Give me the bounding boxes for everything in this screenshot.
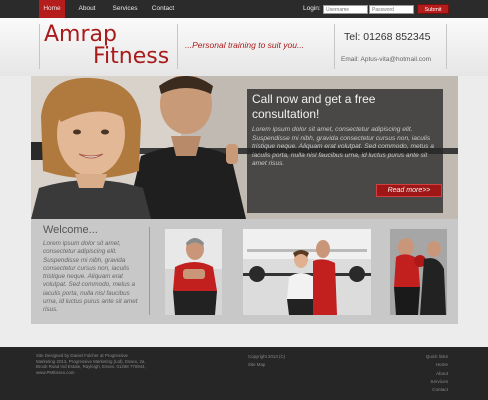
footer-middle: Copyright 2013 (C) Site Map	[248, 353, 328, 368]
trainer-photo[interactable]	[165, 229, 222, 315]
login-label: Login:	[303, 5, 321, 12]
quick-links-heading: Quick links	[425, 354, 448, 359]
callout-title: Call now and get a free consultation!	[252, 92, 376, 121]
nav-about[interactable]: About	[72, 0, 102, 18]
copyright-text: Copyright 2013 (C)	[248, 354, 286, 359]
gym-class-photo[interactable]	[243, 229, 371, 315]
footer-link-services[interactable]: Services	[388, 378, 448, 386]
username-input[interactable]	[323, 5, 368, 14]
nav-home[interactable]: Home	[39, 0, 65, 18]
footer-link-about[interactable]: About	[388, 370, 448, 378]
panel-divider	[149, 227, 150, 315]
welcome-panel: Welcome... Lorem ipsum dolor sit amet, c…	[31, 219, 458, 324]
password-input[interactable]	[369, 5, 414, 14]
phone-number: Tel: 01268 852345	[344, 31, 431, 43]
callout-body: Lorem ipsum dolor sit amet, consectetur …	[252, 126, 434, 168]
header-divider	[177, 24, 178, 69]
hero-banner: Call now and get a free consultation! Lo…	[31, 76, 458, 219]
header-divider	[446, 24, 447, 69]
read-more-button[interactable]: Read more>>	[376, 184, 442, 197]
footer-quick-links: Quick links Home About Services Contact	[388, 353, 448, 394]
site-footer: Site Designed by Daniel Fulcher at Progr…	[0, 347, 488, 400]
header-divider	[334, 24, 335, 69]
footer-link-home[interactable]: Home	[388, 361, 448, 369]
tagline: ...Personal training to suit you...	[185, 40, 305, 50]
boxing-photo[interactable]	[390, 229, 447, 315]
site-map-link[interactable]: Site Map	[248, 361, 328, 369]
email-address[interactable]: Email: Aptus-vita@hotmail.com	[341, 56, 431, 63]
consultation-callout: Call now and get a free consultation! Lo…	[247, 89, 443, 213]
nav-contact[interactable]: Contact	[148, 0, 178, 18]
footer-credits: Site Designed by Daniel Fulcher at Progr…	[36, 353, 146, 375]
nav-services[interactable]: Services	[108, 0, 142, 18]
login-submit-button[interactable]: Submit	[417, 4, 449, 14]
footer-link-contact[interactable]: Contact	[388, 386, 448, 394]
welcome-heading: Welcome...	[43, 224, 98, 236]
welcome-text: Lorem ipsum dolor sit amet, consectetur …	[43, 240, 138, 314]
logo-text-bottom[interactable]: Fitness	[93, 44, 169, 69]
header-divider	[39, 24, 40, 69]
top-nav-bar: Home About Services Contact Login: Submi…	[0, 0, 488, 18]
